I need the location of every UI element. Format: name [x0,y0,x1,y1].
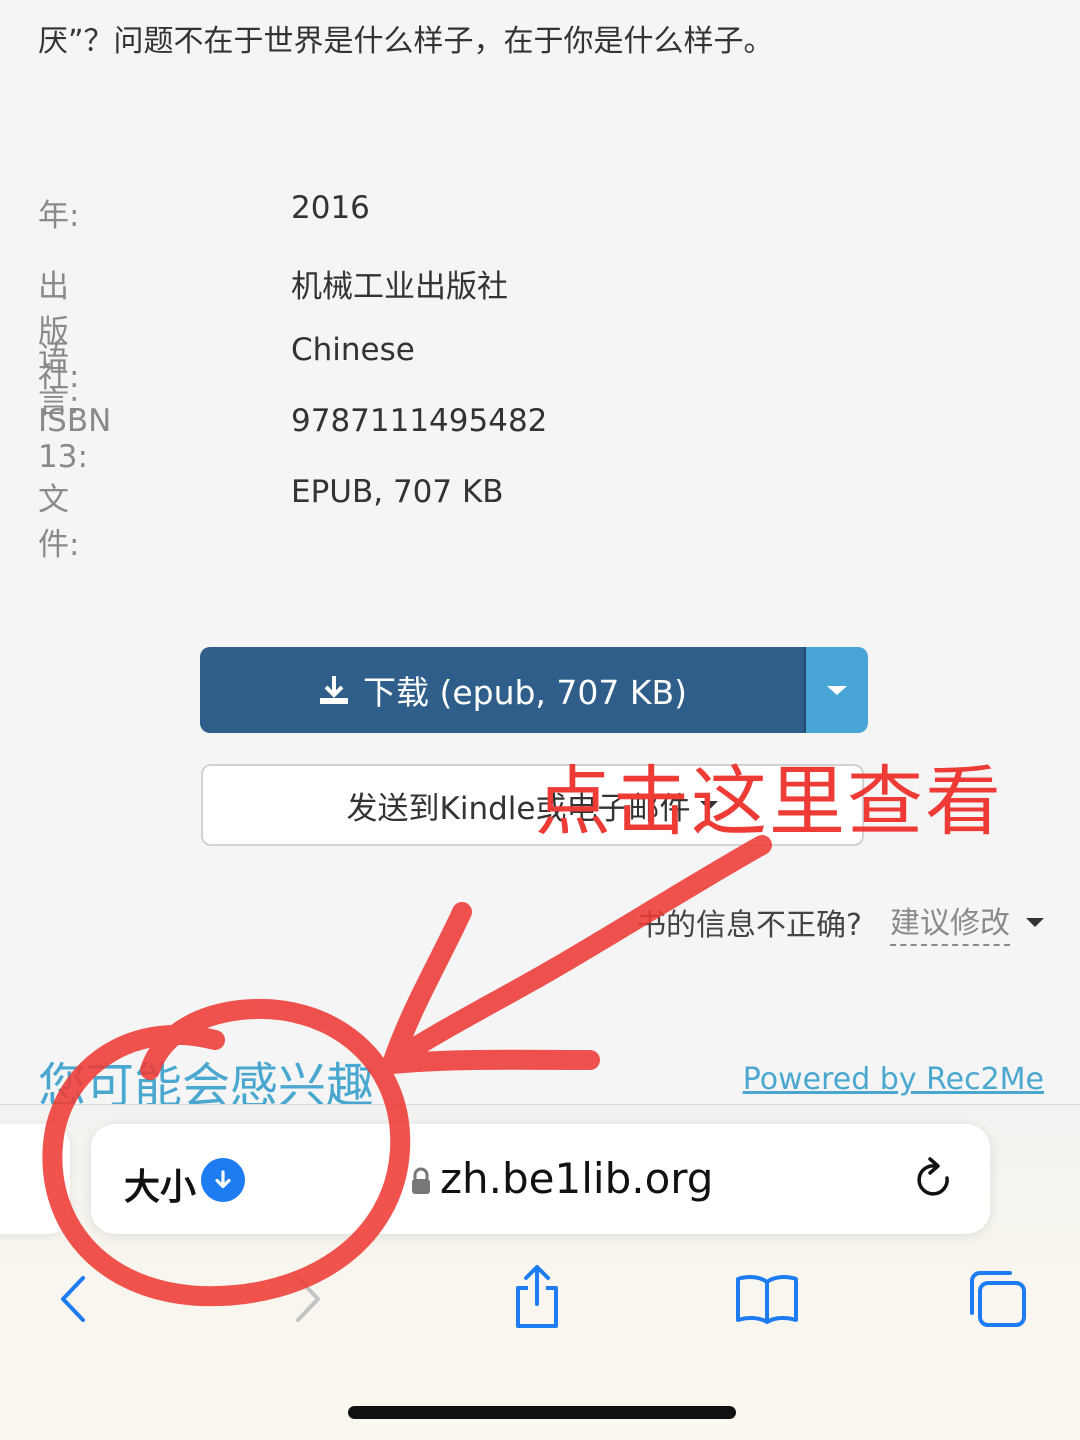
correction-question: 书的信息不正确? [636,908,862,943]
book-info-correction: 书的信息不正确? 建议修改 [636,898,1044,946]
detail-value: 2016 [291,190,370,226]
detail-label: 年: [38,198,80,234]
page-size-button[interactable]: 大小 [124,1158,196,1210]
detail-value: 9787111495482 [291,403,548,439]
suggest-edit-link[interactable]: 建议修改 [890,898,1010,946]
home-indicator [348,1406,736,1419]
annotation-arrow-head [382,902,600,1074]
download-icon [319,676,348,704]
back-chevron-icon[interactable] [55,1274,91,1324]
arrow-down-icon [215,1170,231,1189]
lock-icon [412,1167,430,1194]
book-description-text: 厌”？问题不在于世界是什么样子，在于你是什么样子。 [38,24,774,59]
downloads-button[interactable] [201,1158,245,1202]
bookmarks-icon[interactable] [735,1272,799,1324]
download-button[interactable]: 下载 (epub, 707 KB) [200,647,806,733]
detail-label: ISBN 13: [38,403,112,475]
detail-value: EPUB, 707 KB [291,474,504,510]
download-button-group: 下载 (epub, 707 KB) [200,647,868,733]
tabs-icon[interactable] [966,1269,1028,1329]
detail-label: 文件: [38,482,80,563]
detail-value: 机械工业出版社 [291,269,508,305]
annotation-arrow-shaft [385,835,772,1070]
annotation-label: 点击这里查看 [535,757,1003,846]
caret-down-icon [827,685,847,695]
share-icon[interactable] [508,1264,566,1330]
detail-value: Chinese [291,332,415,368]
previous-tab-card[interactable] [0,1124,70,1234]
download-button-label: 下载 (epub, 707 KB) [362,673,688,712]
powered-by-link[interactable]: Powered by Rec2Me [743,1062,1044,1097]
download-options-toggle[interactable] [806,647,868,733]
reload-icon[interactable] [912,1156,958,1204]
caret-down-icon[interactable] [1026,917,1044,927]
url-text[interactable]: zh.be1lib.org [440,1154,713,1203]
forward-chevron-icon[interactable] [290,1274,326,1324]
